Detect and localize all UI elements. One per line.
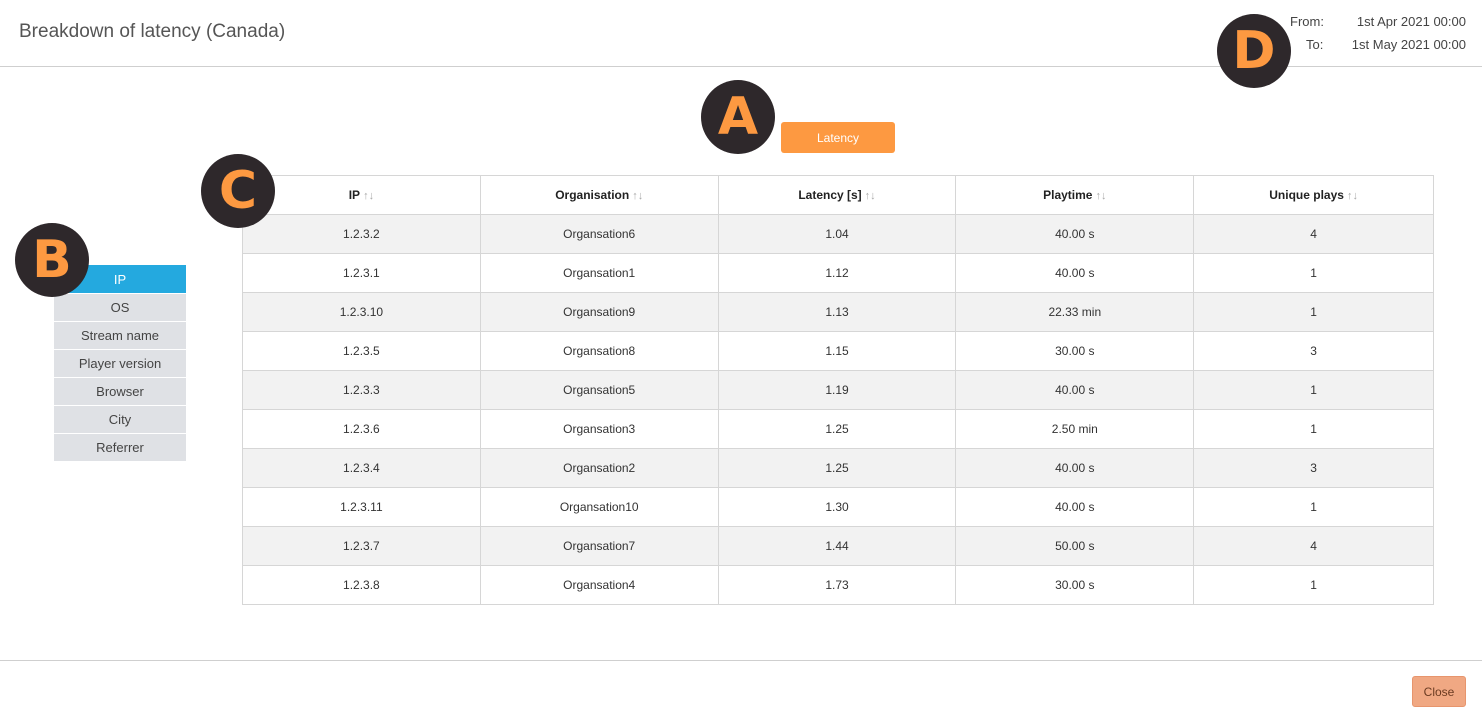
table-cell: 1 (1193, 253, 1434, 293)
table-cell: Organsation1 (479, 253, 719, 293)
table-cell: 1 (1193, 370, 1434, 410)
table-cell: Organsation7 (479, 526, 719, 566)
tab-os[interactable]: OS (54, 293, 186, 321)
table-cell: Organsation4 (479, 565, 719, 605)
table-cell: 1.30 (717, 487, 957, 527)
table-cell: 1.2.3.7 (242, 526, 481, 566)
table-cell: 40.00 s (955, 448, 1195, 488)
table-cell: 30.00 s (955, 565, 1195, 605)
table-cell: 2.50 min (955, 409, 1195, 449)
table-cell: 1.73 (717, 565, 957, 605)
table-cell: Organsation10 (479, 487, 719, 527)
table-cell: 40.00 s (955, 370, 1195, 410)
table-cell: 40.00 s (955, 253, 1195, 293)
column-header-latency[interactable]: Latency [s] ↑↓ (717, 175, 957, 215)
table-cell: 1 (1193, 292, 1434, 332)
table-cell: 30.00 s (955, 331, 1195, 371)
sort-icon: ↑↓ (1095, 190, 1107, 202)
latency-metric-button[interactable]: Latency (781, 122, 895, 153)
table-cell: Organsation8 (479, 331, 719, 371)
table-cell: 3 (1193, 331, 1434, 371)
table-cell: 40.00 s (955, 214, 1195, 254)
table-cell: 3 (1193, 448, 1434, 488)
breakdown-table: IP ↑↓ Organisation ↑↓ Latency [s] ↑↓ Playti… (242, 175, 1434, 605)
table-cell: 1.44 (717, 526, 957, 566)
table-row: 1.2.3.3 Organsation5 1.19 40.00 s1 (242, 370, 1434, 410)
table-body: 1.2.3.2 Organsation6 1.04 40.00 s 4 1.2.3.1 Or… (242, 214, 1434, 605)
table-header-row: IP ↑↓ Organisation ↑↓ Latency [s] ↑↓ Playti… (242, 175, 1434, 215)
modal-footer (0, 660, 1482, 715)
table-cell: 1 (1193, 565, 1434, 605)
tab-referrer[interactable]: Referrer (54, 433, 186, 461)
column-header-organisation[interactable]: Organisation ↑↓ (479, 175, 719, 215)
column-label: Latency [s] (798, 188, 862, 202)
tab-player-version[interactable]: Player version (54, 349, 186, 377)
annotation-badge-c: C (201, 154, 275, 228)
table-cell: 1.19 (717, 370, 957, 410)
sort-icon: ↑↓ (864, 190, 876, 202)
table-cell: 4 (1193, 214, 1434, 254)
table-cell: 1.25 (717, 448, 957, 488)
table-cell: 1.2.3.2 (242, 214, 481, 254)
annotation-badge-b: B (15, 223, 89, 297)
tab-stream-name[interactable]: Stream name (54, 321, 186, 349)
table-cell: 1.2.3.11 (242, 487, 481, 527)
table-cell: 1.04 (717, 214, 957, 254)
table-cell: 1.2.3.1 (242, 253, 481, 293)
table-cell: 1.2.3.4 (242, 448, 481, 488)
tab-browser[interactable]: Browser (54, 377, 186, 405)
table-cell: 1.2.3.6 (242, 409, 481, 449)
modal-title: Breakdown of latency (Canada) (19, 21, 286, 42)
table-cell: 50.00 s (955, 526, 1195, 566)
table-cell: 1.25 (717, 409, 957, 449)
column-header-ip[interactable]: IP ↑↓ (242, 175, 481, 215)
sort-icon: ↑↓ (1346, 190, 1358, 202)
breakdown-tabs: IP OS Stream name Player version Browser… (54, 265, 186, 461)
annotation-badge-a: A (701, 80, 775, 154)
tab-city[interactable]: City (54, 405, 186, 433)
table-cell: 1.12 (717, 253, 957, 293)
from-date: 1st Apr 2021 00:00 (1356, 14, 1466, 29)
column-label: Playtime (1043, 188, 1093, 202)
table-cell: 1.2.3.3 (242, 370, 481, 410)
table-cell: Organsation9 (479, 292, 719, 332)
column-header-playtime[interactable]: Playtime ↑↓ (955, 175, 1195, 215)
column-label: Organisation (555, 188, 630, 202)
table-cell: 1 (1193, 409, 1434, 449)
table-cell: 1.2.3.5 (242, 331, 481, 371)
table-row: 1.2.3.1 Organsation1 1.12 40.00 s1 (242, 253, 1434, 293)
table-cell: 1 (1193, 487, 1434, 527)
sort-icon: ↑↓ (363, 190, 375, 202)
table-cell: 1.2.3.10 (242, 292, 481, 332)
table-cell: 1.13 (717, 292, 957, 332)
table-row: 1.2.3.2 Organsation6 1.04 40.00 s4 (242, 214, 1434, 254)
table-row: 1.2.3.6 Organsation3 1.25 2.50 min 1 (242, 409, 1434, 449)
table-cell: 4 (1193, 526, 1434, 566)
sort-icon: ↑↓ (632, 190, 644, 202)
table-cell: 22.33 min (955, 292, 1195, 332)
table-cell: 1.15 (717, 331, 957, 371)
table-row: 1.2.3.11 Organsation10 1.30 40.00 s1 (242, 487, 1434, 527)
table-row: 1.2.3.8 Organsation4 1.73 30.00 s1 (242, 565, 1434, 605)
column-label: Unique plays (1269, 188, 1344, 202)
column-header-unique-plays[interactable]: Unique plays ↑↓ (1193, 175, 1434, 215)
column-label: IP (348, 188, 361, 202)
table-row: 1.2.3.7 Organsation7 1.44 50.00 s4 (242, 526, 1434, 566)
close-button[interactable]: Close (1412, 676, 1466, 707)
table-cell: 40.00 s (955, 487, 1195, 527)
table-row: 1.2.3.5 Organsation8 1.15 30.00 s3 (242, 331, 1434, 371)
annotation-badge-d: D (1217, 14, 1291, 88)
table-row: 1.2.3.10 Organsation9 1.13 22.33 min 1 (242, 292, 1434, 332)
from-label: From: (1290, 14, 1324, 29)
table-cell: Organsation5 (479, 370, 719, 410)
to-label: To: (1306, 37, 1324, 52)
table-row: 1.2.3.4 Organsation2 1.25 40.00 s3 (242, 448, 1434, 488)
table-cell: Organsation2 (479, 448, 719, 488)
table-cell: 1.2.3.8 (242, 565, 481, 605)
table-cell: Organsation3 (479, 409, 719, 449)
table-cell: Organsation6 (479, 214, 719, 254)
to-date: 1st May 2021 00:00 (1351, 37, 1466, 52)
